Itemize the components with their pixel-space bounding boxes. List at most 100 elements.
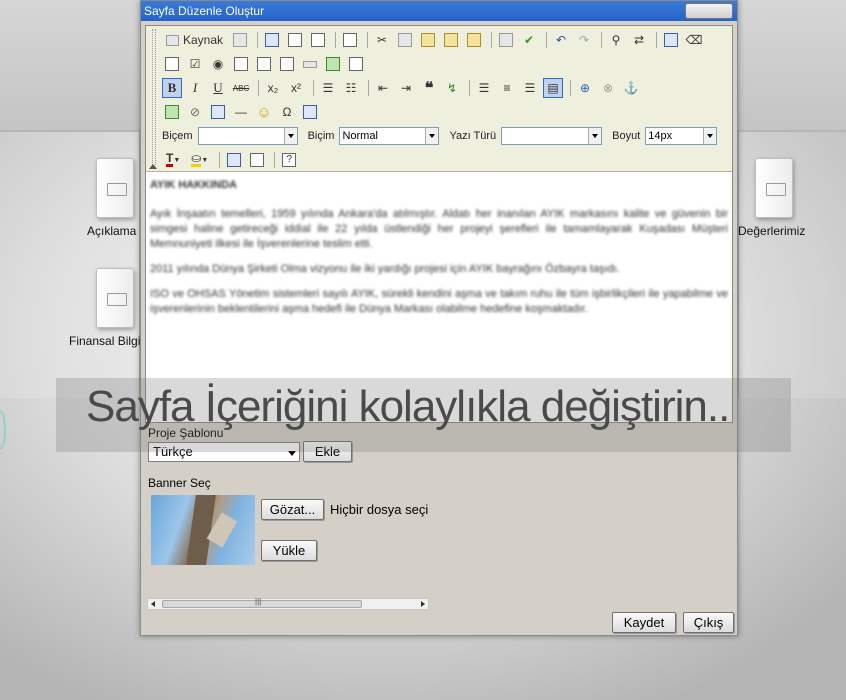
style-combo[interactable]: Biçem [162,127,298,145]
toolbar-row-1: Kaynak ✂ ✔ ↶ ↷ ⚲ ⇄ ⌫ [162,29,707,51]
paste-icon [421,33,436,47]
link-icon: ⊕ [579,81,591,95]
flash-button[interactable]: ⊘ [185,102,205,122]
maximize-button[interactable] [224,150,244,170]
outdent-button[interactable]: ⇤ [373,78,393,98]
toolbar-row-5: Biçem Biçim Normal Yazı Türü Boyut 14px [162,125,727,147]
special-char-button[interactable]: Ω [277,102,297,122]
anchor-button[interactable]: ⚓ [621,78,641,98]
select-all-button[interactable] [661,30,681,50]
form-icon [165,57,179,71]
cut-button[interactable]: ✂ [372,30,392,50]
button-field-button[interactable] [300,54,320,74]
scrollbar-thumb[interactable] [162,597,362,608]
strike-button[interactable]: ABC [231,78,251,98]
templates-button[interactable] [230,30,250,50]
undo-button[interactable]: ↶ [551,30,571,50]
source-icon [166,34,179,46]
textfield-button[interactable] [231,54,251,74]
form-button[interactable] [162,54,182,74]
smiley-button[interactable]: ☺ [254,102,274,122]
format-label: Biçim [307,130,335,142]
scroll-right-arrow-icon[interactable] [421,601,425,607]
italic-icon: I [192,80,198,95]
about-button[interactable]: ? [279,150,299,170]
paste-word-button[interactable] [464,30,484,50]
toolbar-separator [570,80,571,96]
redo-button[interactable]: ↷ [574,30,594,50]
rich-text-editor: Kaynak ✂ ✔ ↶ ↷ ⚲ ⇄ ⌫ ☑ ◉ B I U ABC x₂ x²… [145,25,733,423]
image-button[interactable] [162,102,182,122]
upload-button[interactable]: Yükle [261,540,317,561]
page-break-button[interactable] [300,102,320,122]
print-button[interactable] [496,30,516,50]
toolbar-separator [274,152,276,168]
unlink-button[interactable]: ⊗ [598,78,618,98]
align-center-button[interactable]: ≡ [497,78,517,98]
exit-button[interactable]: Çıkış [683,612,734,633]
align-right-button[interactable]: ☰ [520,78,540,98]
show-blocks-button[interactable] [247,150,267,170]
superscript-button[interactable]: x² [286,78,306,98]
format-select[interactable]: Normal [339,127,440,145]
close-button[interactable] [685,3,733,19]
table-button[interactable] [208,102,228,122]
dialog-titlebar[interactable]: Sayfa Düzenle Oluştur [141,1,737,21]
subscript-button[interactable]: x₂ [263,78,283,98]
text-color-icon: T [166,151,174,167]
scroll-left-arrow-icon[interactable] [151,601,155,607]
button-field-icon [303,60,317,68]
underline-button[interactable]: U [208,78,228,98]
font-combo[interactable]: Yazı Türü [449,127,603,145]
remove-format-button[interactable]: ⌫ [684,30,704,50]
blockquote-button[interactable]: ❝ [419,78,439,98]
new-page-button[interactable] [285,30,305,50]
bg-color-button[interactable]: ⛀ ▼ [187,150,212,170]
hidden-field-button[interactable] [346,54,366,74]
toolbar-separator [469,80,470,96]
horizontal-rule-button[interactable]: — [231,102,251,122]
select-field-button[interactable] [277,54,297,74]
horizontal-scrollbar[interactable] [147,597,429,610]
font-select[interactable] [501,127,603,145]
text-color-button[interactable]: T ▼ [162,150,184,170]
textarea-button[interactable] [254,54,274,74]
toolbar-grip [152,29,156,165]
browse-button[interactable]: Gözat... [261,499,324,520]
numbered-list-button[interactable]: ☰ [318,78,338,98]
div-container-button[interactable]: ↯ [442,78,462,98]
bulleted-list-button[interactable]: ☷ [341,78,361,98]
format-combo[interactable]: Biçim Normal [308,127,440,145]
bold-button[interactable]: B [162,78,182,98]
maximize-icon [227,153,242,167]
image-icon [165,105,179,119]
template-button[interactable] [340,30,360,50]
size-select[interactable]: 14px [645,127,718,145]
underline-icon: U [213,80,223,95]
copy-icon [398,33,413,47]
style-select[interactable] [197,127,298,145]
save-button[interactable]: Kaydet [612,612,676,633]
font-label: Yazı Türü [449,130,497,142]
image-button-field-button[interactable] [323,54,343,74]
save-icon-button[interactable] [262,30,282,50]
checkbox-icon: ☑ [189,57,201,71]
source-button[interactable]: Kaynak [162,30,227,50]
copy-button[interactable] [395,30,415,50]
checkbox-button[interactable]: ☑ [185,54,205,74]
spellcheck-button[interactable]: ✔ [519,30,539,50]
indent-button[interactable]: ⇥ [396,78,416,98]
collapse-toolbar-icon[interactable] [149,164,157,169]
link-button[interactable]: ⊕ [575,78,595,98]
paste-text-button[interactable] [441,30,461,50]
align-left-button[interactable]: ☰ [474,78,494,98]
bg-color-icon: ⛀ [191,151,202,167]
replace-button[interactable]: ⇄ [629,30,649,50]
size-combo[interactable]: Boyut 14px [612,127,718,145]
paste-button[interactable] [418,30,438,50]
italic-button[interactable]: I [185,78,205,98]
find-button[interactable]: ⚲ [606,30,626,50]
radio-button[interactable]: ◉ [208,54,228,74]
justify-button[interactable]: ▤ [543,78,563,98]
preview-button[interactable] [308,30,328,50]
